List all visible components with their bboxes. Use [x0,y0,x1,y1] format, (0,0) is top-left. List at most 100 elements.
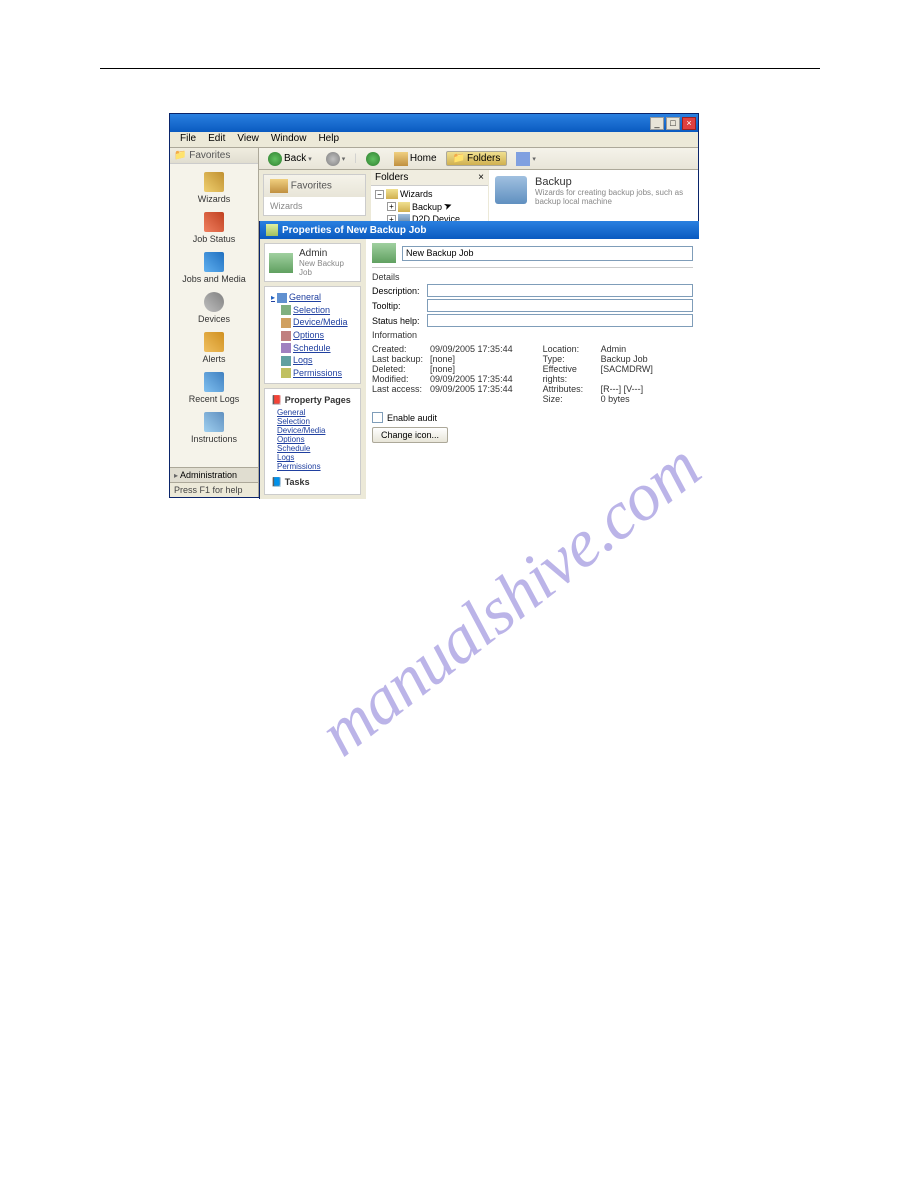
schedule-icon [281,343,291,353]
properties-dialog: Properties of New Backup Job Admin New B… [259,221,699,499]
change-icon-button[interactable]: Change icon... [372,427,448,443]
wizard-icon [204,172,224,192]
pp-logs[interactable]: Logs [277,453,354,462]
jobsmedia-icon [204,252,224,272]
pp-general[interactable]: General [277,408,354,417]
nav-general[interactable]: General [271,291,354,304]
minimize-button[interactable]: _ [650,117,664,130]
enable-audit-label: Enable audit [387,413,437,423]
statushelp-input[interactable] [427,314,693,327]
options-icon [281,331,291,341]
general-icon [277,293,287,303]
admin-icon [269,253,293,273]
nav-devicemedia[interactable]: Device/Media [271,316,354,329]
tree-wizards[interactable]: −Wizards [375,188,484,200]
selection-icon [281,305,291,315]
folders-close-icon[interactable]: × [478,172,484,183]
permissions-icon [281,368,291,378]
property-pages-header: 📕 Property Pages [271,393,354,408]
name-input[interactable]: New Backup Job [402,246,693,261]
tooltip-label: Tooltip: [372,301,427,311]
home-button[interactable]: Home [389,150,442,168]
back-button[interactable]: Back ▾ [263,150,317,168]
tooltip-input[interactable] [427,299,693,312]
favorites-header: 📁 Favorites [170,148,258,164]
folder-icon [386,189,398,199]
instructions-icon [204,412,224,432]
refresh-button[interactable] [361,150,385,168]
fav-panel-header: Favorites [264,175,365,197]
close-button[interactable]: × [682,117,696,130]
enable-audit-checkbox[interactable] [372,412,383,423]
nav-logs[interactable]: Logs [271,354,354,367]
job-label: New Backup Job [299,259,356,277]
backup-desc: Wizards for creating backup jobs, such a… [535,188,692,206]
cursor-icon: ➤ [442,200,454,213]
fav-jobsmedia[interactable]: Jobs and Media [170,248,258,288]
form-icon [372,243,396,263]
pp-devicemedia[interactable]: Device/Media [277,426,354,435]
fav-wizards[interactable]: Wizards [170,168,258,208]
main-area: Back ▾ ▾ | Home 📁 Folders ▾ Favorites Wi… [259,148,698,497]
info-left: Created:09/09/2005 17:35:44 Last backup:… [372,344,513,404]
pp-selection[interactable]: Selection [277,417,354,426]
nav-permissions[interactable]: Permissions [271,367,354,380]
description-input[interactable] [427,284,693,297]
status-bar: Press F1 for help [170,482,258,497]
fav-panel-sub: Wizards [264,197,365,215]
logs-icon [281,356,291,366]
forward-button[interactable]: ▾ [321,150,351,168]
backup-card[interactable]: Backup Wizards for creating backup jobs,… [495,176,692,206]
fav-recentlogs[interactable]: Recent Logs [170,368,258,408]
favorites-pane: 📁 Favorites Wizards Job Status Jobs and … [170,148,259,497]
fav-devices[interactable]: Devices [170,288,258,328]
fav-jobstatus[interactable]: Job Status [170,208,258,248]
description-label: Description: [372,286,427,296]
devices-icon [204,292,224,312]
info-right: Location:Admin Type:Backup Job Effective… [543,344,653,404]
nav-selection[interactable]: Selection [271,304,354,317]
alerts-icon [204,332,224,352]
fav-alerts[interactable]: Alerts [170,328,258,368]
refresh-icon [366,152,380,166]
menu-view[interactable]: View [231,132,265,147]
statushelp-label: Status help: [372,316,427,326]
nav-list: General Selection Device/Media Options S… [264,286,361,384]
administration-bar[interactable]: Administration [170,467,258,482]
folder-icon [398,202,410,212]
page-rule [100,68,820,69]
app-window: _ □ × File Edit View Window Help 📁 Favor… [169,113,699,498]
backup-icon [495,176,527,204]
maximize-button[interactable]: □ [666,117,680,130]
home-icon [394,152,408,166]
recentlogs-icon [204,372,224,392]
jobstatus-icon [204,212,224,232]
pp-schedule[interactable]: Schedule [277,444,354,453]
admin-label: Admin [299,248,356,259]
folders-button[interactable]: 📁 Folders [446,151,508,166]
fav-panel-icon [270,179,288,193]
toolbar: Back ▾ ▾ | Home 📁 Folders ▾ [259,148,698,170]
forward-icon [326,152,340,166]
view-icon [516,152,530,166]
menu-window[interactable]: Window [265,132,313,147]
titlebar: _ □ × [170,114,698,132]
tree-backup[interactable]: +Backup ➤ [375,200,484,213]
pp-permissions[interactable]: Permissions [277,462,354,471]
menubar: File Edit View Window Help [170,132,698,148]
pp-options[interactable]: Options [277,435,354,444]
backup-title: Backup [535,176,692,188]
nav-options[interactable]: Options [271,329,354,342]
folders-header: Folders× [371,170,488,186]
dialog-titlebar: Properties of New Backup Job [260,221,699,239]
view-button[interactable]: ▾ [511,150,541,168]
menu-file[interactable]: File [174,132,202,147]
nav-schedule[interactable]: Schedule [271,342,354,355]
back-icon [268,152,282,166]
information-header: Information [372,330,693,340]
details-header: Details [372,272,693,282]
fav-instructions[interactable]: Instructions [170,408,258,448]
menu-edit[interactable]: Edit [202,132,231,147]
menu-help[interactable]: Help [312,132,345,147]
tasks-header: 📘 Tasks [271,475,354,490]
